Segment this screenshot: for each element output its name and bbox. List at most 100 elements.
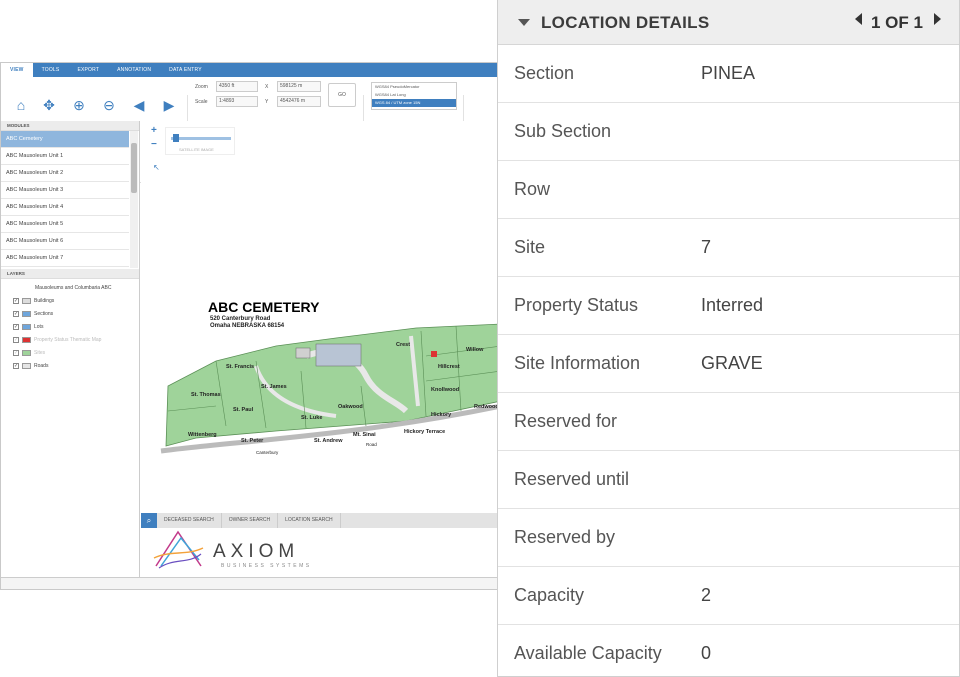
section-label: Knollwood bbox=[431, 387, 459, 393]
tab-owner-search[interactable]: OWNER SEARCH bbox=[222, 513, 279, 528]
cemetery-map[interactable]: St. Francis St. Thomas St. James St. Pau… bbox=[156, 316, 500, 456]
tab-data-entry[interactable]: DATA ENTRY bbox=[160, 63, 211, 77]
zoom-field[interactable]: 4350 ft bbox=[216, 81, 258, 92]
coord-option-selected[interactable]: WGS 84 / UTM zone 15N bbox=[372, 99, 456, 107]
coord-option[interactable]: WGS84 PseudoMercator bbox=[372, 83, 456, 91]
detail-row-capacity: Capacity 2 bbox=[498, 567, 959, 625]
pan-icon[interactable]: ✥ bbox=[41, 97, 57, 113]
section-label: St. Peter bbox=[241, 438, 264, 444]
checkbox[interactable]: ✓ bbox=[13, 336, 19, 343]
left-panel: MODULES ABC Cemetery ABC Mausoleum Unit … bbox=[1, 121, 140, 577]
scale-label: Scale bbox=[195, 99, 208, 105]
logo-wordmark: AXIOM bbox=[213, 541, 300, 562]
tab-view[interactable]: VIEW bbox=[1, 63, 33, 77]
layer-row[interactable]: ✓ Sections bbox=[11, 308, 139, 321]
layer-row[interactable]: ✓ Property Status Thematic Map bbox=[11, 334, 139, 347]
module-item[interactable]: ABC Mausoleum Unit 3 bbox=[1, 182, 129, 199]
slider-thumb[interactable] bbox=[173, 134, 179, 142]
detail-value: PINEA bbox=[701, 63, 756, 83]
road-label: Canterbury bbox=[256, 450, 279, 455]
coord-option[interactable]: WGS84 Lat Long bbox=[372, 91, 456, 99]
coordinate-system-list[interactable]: WGS84 PseudoMercator WGS84 Lat Long WGS … bbox=[371, 82, 457, 110]
satellite-opacity-slider[interactable] bbox=[171, 137, 231, 140]
checkbox[interactable]: ✓ bbox=[13, 349, 19, 356]
map-building bbox=[295, 347, 311, 359]
status-bar bbox=[1, 577, 499, 589]
zoom-out-icon[interactable]: ⊖ bbox=[101, 97, 117, 113]
scale-field[interactable]: 1:4893 bbox=[216, 96, 258, 107]
module-item[interactable]: ABC Mausoleum Unit 7 bbox=[1, 250, 129, 267]
section-label: Mt. Sinai bbox=[353, 432, 376, 438]
go-button[interactable]: GO bbox=[328, 83, 356, 107]
layer-row[interactable]: ✓ Lots bbox=[11, 321, 139, 334]
detail-label: Reserved until bbox=[514, 469, 630, 489]
search-icon[interactable]: ⌕ bbox=[141, 513, 157, 528]
layer-swatch bbox=[22, 297, 31, 304]
home-icon[interactable]: ⌂ bbox=[13, 97, 29, 113]
layer-row[interactable]: ✓ Buildings bbox=[11, 295, 139, 308]
layer-swatch bbox=[22, 336, 31, 343]
satellite-label: SATELLITE IMAGE bbox=[179, 147, 214, 152]
next-record-icon[interactable] bbox=[934, 13, 941, 25]
map-zoom-out-button[interactable]: − bbox=[151, 139, 157, 150]
module-item[interactable]: ABC Mausoleum Unit 1 bbox=[1, 148, 129, 165]
section-label: Willow bbox=[466, 347, 484, 353]
detail-row-available-capacity: Available Capacity 0 bbox=[498, 625, 959, 677]
module-item[interactable]: ABC Mausoleum Unit 5 bbox=[1, 216, 129, 233]
layer-row[interactable]: ✓ Sites bbox=[11, 347, 139, 360]
tab-annotation[interactable]: ANNOTATION bbox=[108, 63, 160, 77]
tab-location-search[interactable]: LOCATION SEARCH bbox=[278, 513, 341, 528]
detail-row-row: Row bbox=[498, 161, 959, 219]
section-label: St. Luke bbox=[301, 415, 322, 421]
detail-label: Sub Section bbox=[514, 121, 612, 141]
axiom-logo: AXIOM BUSINESS SYSTEMS bbox=[151, 528, 351, 573]
detail-row-property-status: Property Status Interred bbox=[498, 277, 959, 335]
module-item[interactable]: ABC Mausoleum Unit 2 bbox=[1, 165, 129, 182]
layer-list: Mausoleums and Columbaria ABC ✓ Buildings… bbox=[1, 279, 139, 373]
tab-deceased-search[interactable]: DECEASED SEARCH bbox=[157, 513, 222, 528]
modules-scrollbar[interactable] bbox=[130, 131, 138, 268]
layer-row[interactable]: ✓ Roads bbox=[11, 360, 139, 373]
checkbox[interactable]: ✓ bbox=[13, 297, 19, 304]
tab-tools[interactable]: TOOLS bbox=[33, 63, 69, 77]
map-marker[interactable] bbox=[431, 351, 437, 357]
record-page-indicator: 1 OF 1 bbox=[871, 13, 923, 32]
location-details-panel: LOCATION DETAILS 1 OF 1 Section PINEA Su… bbox=[497, 0, 960, 677]
x-field[interactable]: 598125 m bbox=[277, 81, 321, 92]
map-title: ABC CEMETERY bbox=[208, 299, 320, 315]
section-label: St. James bbox=[261, 384, 287, 390]
modules-header[interactable]: MODULES bbox=[1, 121, 139, 131]
detail-row-section: Section PINEA bbox=[498, 45, 959, 103]
collapse-caret-icon[interactable] bbox=[518, 19, 530, 26]
checkbox[interactable]: ✓ bbox=[13, 310, 19, 317]
back-icon[interactable]: ◀ bbox=[131, 97, 147, 113]
checkbox[interactable]: ✓ bbox=[13, 362, 19, 369]
map-building bbox=[315, 343, 362, 367]
layer-swatch bbox=[22, 349, 31, 356]
details-header[interactable]: LOCATION DETAILS 1 OF 1 bbox=[498, 0, 959, 45]
module-item[interactable]: ABC Cemetery bbox=[1, 131, 129, 148]
module-item[interactable]: ABC Mausoleum Unit 4 bbox=[1, 199, 129, 216]
detail-row-site-information: Site Information GRAVE bbox=[498, 335, 959, 393]
tab-export[interactable]: EXPORT bbox=[68, 63, 108, 77]
section-label: Oakwood bbox=[338, 404, 363, 410]
forward-icon[interactable]: ▶ bbox=[161, 97, 177, 113]
section-label: St. Francis bbox=[226, 364, 254, 370]
cursor-icon[interactable]: ↖ bbox=[153, 163, 160, 172]
detail-label: Site bbox=[514, 237, 546, 257]
y-field[interactable]: 4542476 m bbox=[277, 96, 321, 107]
map-zoom-in-button[interactable]: + bbox=[151, 125, 157, 136]
layer-row[interactable]: Mausoleums and Columbaria ABC bbox=[11, 282, 139, 295]
x-label: X bbox=[265, 84, 269, 90]
zoom-in-icon[interactable]: ⊕ bbox=[71, 97, 87, 113]
layer-swatch bbox=[22, 310, 31, 317]
scrollbar-thumb[interactable] bbox=[131, 143, 137, 193]
section-label: St. Thomas bbox=[191, 392, 221, 398]
layer-swatch bbox=[22, 323, 31, 330]
checkbox[interactable]: ✓ bbox=[13, 323, 19, 330]
map-view[interactable]: + − SATELLITE IMAGE ↖ ABC CEMETERY 520 C… bbox=[141, 121, 500, 571]
detail-label: Site Information bbox=[514, 353, 641, 373]
prev-record-icon[interactable] bbox=[855, 13, 862, 25]
layers-header[interactable]: LAYERS bbox=[1, 269, 139, 279]
module-item[interactable]: ABC Mausoleum Unit 6 bbox=[1, 233, 129, 250]
